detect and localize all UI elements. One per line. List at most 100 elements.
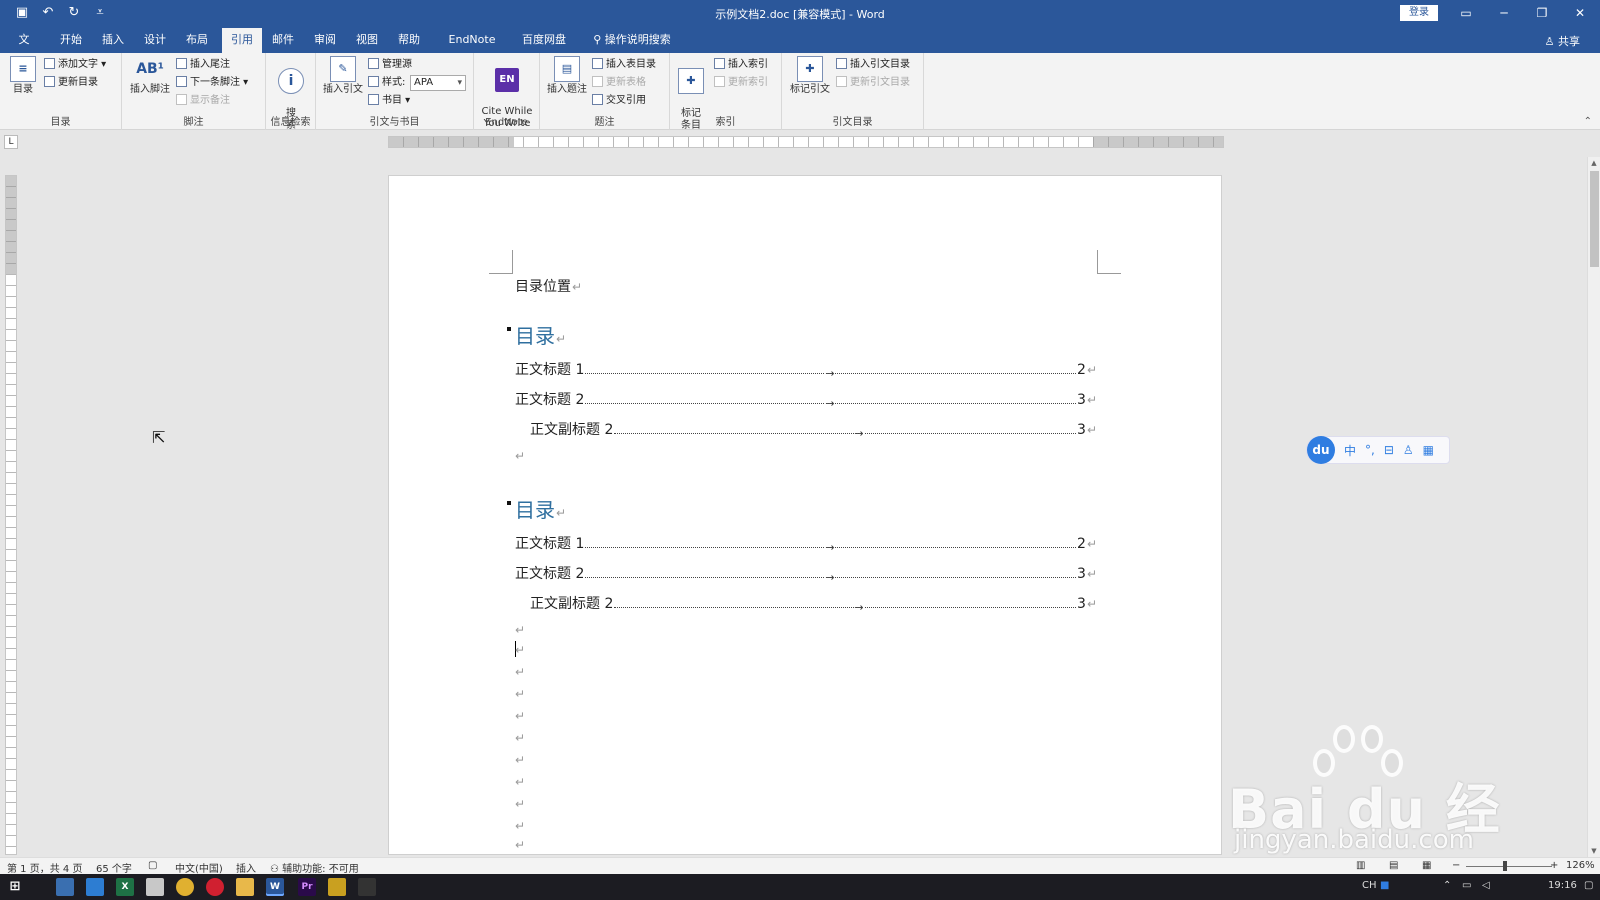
taskbar-app-icon[interactable] [358, 878, 376, 896]
zoom-slider-thumb[interactable] [1503, 861, 1507, 871]
close-icon[interactable]: ✕ [1570, 4, 1590, 22]
ribbon-display-options-icon[interactable]: ▭ [1456, 4, 1476, 22]
read-mode-icon[interactable]: ▥ [1356, 860, 1365, 871]
group-label-captions: 题注 [594, 117, 615, 128]
toc-entry[interactable]: 正文标题 2 → 3 ↵ [515, 389, 1097, 410]
zoom-slider[interactable] [1466, 866, 1552, 867]
toc-button[interactable]: ≡ 目录 [8, 56, 38, 96]
baidu-ime-logo-icon[interactable]: du [1307, 436, 1335, 464]
minimize-icon[interactable]: ─ [1494, 4, 1514, 22]
baidu-ime-tray-icon[interactable]: ■ [1380, 880, 1389, 891]
taskbar-app-icon[interactable] [86, 878, 104, 896]
tell-me-search[interactable]: ⚲ 操作说明搜索 [586, 28, 678, 53]
toc-heading[interactable]: 目录↵ [515, 320, 566, 349]
web-layout-icon[interactable]: ▦ [1422, 860, 1431, 871]
mark-citation-button[interactable]: ✚ 标记引文 [788, 56, 832, 96]
tab-selector[interactable]: L [4, 135, 18, 149]
toc-heading[interactable]: 目录↵ [515, 494, 566, 523]
restore-icon[interactable]: ❐ [1532, 4, 1552, 22]
proofing-icon[interactable]: ▢ [148, 860, 157, 871]
ime-toolbar[interactable]: du 中 °, ⊟ ♙ ▦ [1306, 436, 1450, 464]
print-layout-icon[interactable]: ▤ [1389, 860, 1398, 871]
ime-chinese-mode[interactable]: 中 [1344, 442, 1356, 459]
taskbar-app-icon[interactable] [206, 878, 224, 896]
ime-menu-grid-icon[interactable]: ▦ [1423, 443, 1434, 457]
word-count[interactable]: 65 个字 [96, 860, 132, 875]
insert-index-button[interactable]: 插入索引 [714, 57, 768, 73]
accessibility-status[interactable]: ⚇ 辅助功能: 不可用 [270, 860, 359, 875]
update-table-button[interactable]: 更新表格 [592, 75, 646, 91]
tab-insert[interactable]: 插入 [100, 28, 126, 53]
premiere-icon[interactable]: Pr [298, 878, 316, 896]
bibliography-button[interactable]: 书目 ▾ [368, 93, 410, 109]
tab-layout[interactable]: 布局 [184, 28, 210, 53]
login-button[interactable]: 登录 [1400, 5, 1438, 21]
update-toa-button[interactable]: 更新引文目录 [836, 75, 910, 91]
status-bar: 第 1 页，共 4 页 65 个字 ▢ 中文(中国) 插入 ⚇ 辅助功能: 不可… [0, 857, 1600, 875]
ime-punctuation-icon[interactable]: °, [1365, 443, 1375, 457]
word-icon[interactable]: W [266, 878, 284, 896]
insert-citation-button[interactable]: ✎ 插入引文 [322, 56, 364, 96]
vertical-scrollbar[interactable]: ▲ ▼ [1587, 157, 1600, 857]
vertical-ruler[interactable] [5, 175, 17, 855]
tab-references[interactable]: 引用 [222, 28, 262, 53]
ime-user-icon[interactable]: ♙ [1403, 443, 1414, 457]
toc-entry[interactable]: 正文副标题 2 → 3 ↵ [530, 419, 1097, 440]
ime-tray[interactable]: CH [1362, 880, 1377, 891]
tab-design[interactable]: 设计 [142, 28, 168, 53]
next-footnote-button[interactable]: 下一条脚注 ▾ [176, 75, 248, 91]
ime-toolbox-icon[interactable]: ⊟ [1384, 443, 1394, 457]
taskbar-app-icon[interactable] [146, 878, 164, 896]
volume-icon[interactable]: ◁ [1482, 880, 1490, 891]
chrome-icon[interactable] [176, 878, 194, 896]
document-page[interactable]: 目录位置↵ 目录↵ 正文标题 1 → 2 ↵ 正文标题 2 → 3 ↵ 正文副标题 … [388, 175, 1222, 855]
scrollbar-thumb[interactable] [1590, 171, 1599, 267]
tab-view[interactable]: 视图 [354, 28, 380, 53]
scroll-down-icon[interactable]: ▼ [1588, 845, 1600, 857]
insert-caption-button[interactable]: ▤ 插入题注 [546, 56, 588, 96]
insert-table-of-figures-button[interactable]: 插入表目录 [592, 57, 656, 73]
endnote-logo-icon: EN [495, 68, 519, 92]
manage-sources-button[interactable]: 管理源 [368, 57, 412, 73]
cross-reference-button[interactable]: 交叉引用 [592, 93, 646, 109]
toc-entry[interactable]: 正文标题 1 → 2 ↵ [515, 359, 1097, 380]
insert-mode-indicator[interactable]: 插入 [236, 860, 256, 875]
tab-help[interactable]: 帮助 [396, 28, 422, 53]
zoom-out-icon[interactable]: − [1452, 860, 1460, 871]
tab-baidu-netdisk[interactable]: 百度网盘 [520, 28, 568, 53]
add-text-button[interactable]: 添加文字 ▾ [44, 57, 106, 73]
clock[interactable]: 19:16 [1548, 880, 1577, 891]
zoom-in-icon[interactable]: + [1550, 860, 1558, 871]
taskbar-app-icon[interactable] [56, 878, 74, 896]
toc-entry[interactable]: 正文标题 2 → 3 ↵ [515, 563, 1097, 584]
windows-start-icon[interactable]: ⊞ [6, 878, 24, 896]
horizontal-ruler[interactable] [388, 136, 1224, 148]
share-button[interactable]: ♙ 共享 [1545, 33, 1580, 49]
tab-review[interactable]: 审阅 [312, 28, 338, 53]
insert-endnote-button[interactable]: 插入尾注 [176, 57, 230, 73]
citation-style-select[interactable]: APA [410, 75, 466, 91]
tray-expand-icon[interactable]: ⌃ [1443, 880, 1451, 891]
page-count[interactable]: 第 1 页，共 4 页 [7, 860, 82, 875]
insert-footnote-button[interactable]: AB¹ 插入脚注 [128, 56, 172, 96]
show-notes-button[interactable]: 显示备注 [176, 93, 230, 109]
excel-icon[interactable]: X [116, 878, 134, 896]
toc-location-paragraph[interactable]: 目录位置↵ [515, 276, 582, 296]
file-explorer-icon[interactable] [236, 878, 254, 896]
scroll-up-icon[interactable]: ▲ [1588, 157, 1600, 169]
update-index-button[interactable]: 更新索引 [714, 75, 768, 91]
toc-entry[interactable]: 正文标题 1 → 2 ↵ [515, 533, 1097, 554]
tab-home[interactable]: 开始 [58, 28, 84, 53]
tab-file[interactable]: 文件 [12, 28, 36, 70]
notification-icon[interactable]: ▢ [1584, 880, 1593, 891]
tab-endnote[interactable]: EndNote 20 [440, 28, 504, 70]
taskbar-app-icon[interactable] [328, 878, 346, 896]
zoom-level[interactable]: 126% [1566, 860, 1595, 871]
insert-toa-button[interactable]: 插入引文目录 [836, 57, 910, 73]
network-icon[interactable]: ▭ [1462, 880, 1471, 891]
collapse-ribbon-icon[interactable]: ⌃ [1584, 116, 1592, 127]
toc-entry[interactable]: 正文副标题 2 → 3 ↵ [530, 593, 1097, 614]
tab-mailings[interactable]: 邮件 [270, 28, 296, 53]
language-indicator[interactable]: 中文(中国) [175, 860, 223, 875]
update-toc-button[interactable]: 更新目录 [44, 75, 98, 91]
